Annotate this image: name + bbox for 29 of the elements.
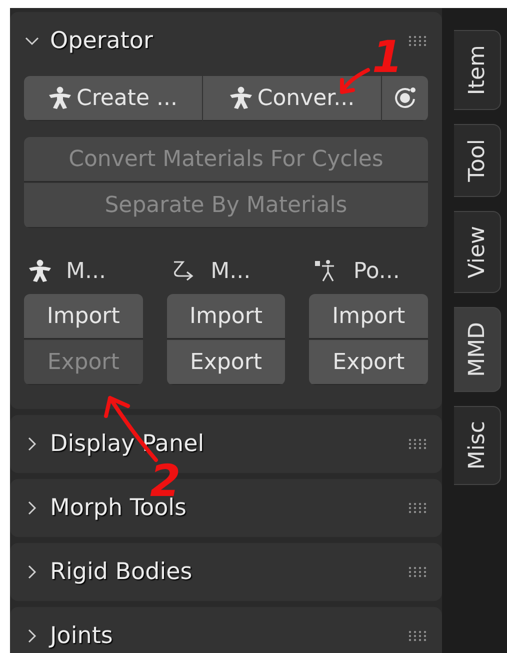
record-icon <box>393 86 417 110</box>
button[interactable]: Create ... <box>24 76 202 121</box>
sidebar-tab[interactable]: MMD <box>454 307 501 392</box>
sidebar-tab[interactable]: View <box>454 210 501 294</box>
sidebar-tab[interactable]: Tool <box>454 124 501 197</box>
sidebar-tab[interactable]: Item <box>454 30 501 110</box>
button[interactable]: Import <box>309 294 428 339</box>
grip-icon <box>409 36 426 46</box>
grip-icon <box>409 631 426 641</box>
panel-header[interactable]: Joints <box>50 623 113 649</box>
button[interactable]: Export <box>309 340 428 385</box>
button[interactable]: Conver... <box>203 76 381 121</box>
panel-header[interactable]: Display Panel <box>50 431 204 457</box>
grip-icon <box>409 439 426 449</box>
panel-header[interactable]: Operator <box>50 28 153 54</box>
button[interactable]: Import <box>166 294 286 339</box>
sidebar-tab[interactable]: Misc <box>454 406 501 485</box>
button[interactable]: Import <box>24 294 143 339</box>
section-label: Po... <box>353 258 400 284</box>
section-label: M... <box>210 258 251 284</box>
button[interactable]: Export <box>166 340 286 385</box>
grip-icon <box>409 503 426 513</box>
figure-icon <box>229 86 254 110</box>
figure-icon <box>28 259 52 283</box>
figure-icon <box>48 86 72 110</box>
section-label: M... <box>66 258 106 284</box>
grip-icon <box>409 567 426 577</box>
panel-header[interactable]: Rigid Bodies <box>50 559 192 585</box>
icon-button[interactable] <box>382 76 428 121</box>
